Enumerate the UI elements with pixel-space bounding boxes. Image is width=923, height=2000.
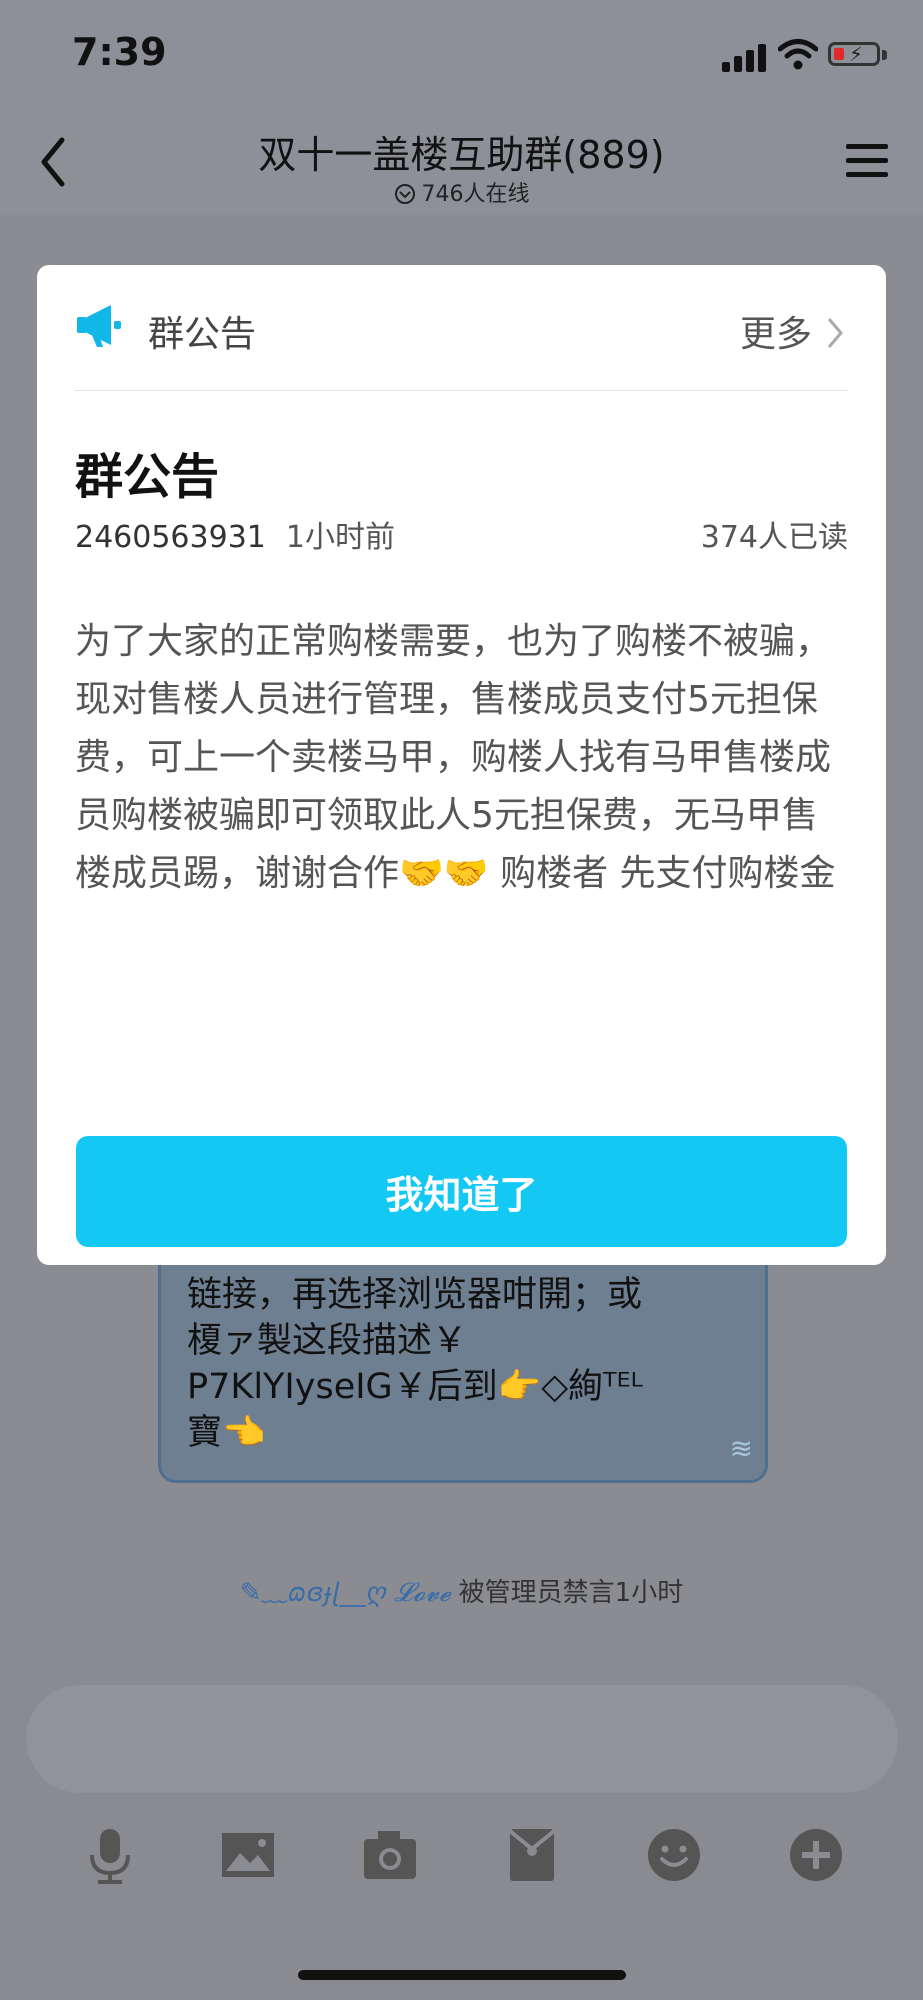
system-message: ✎﹏ɷɞɟɭ__ღ 𝓛𝓸𝓿𝓮 被管理员禁言1小时 (0, 1572, 923, 1609)
read-count[interactable]: 374人已读 (701, 512, 848, 556)
chevron-circle-icon (394, 184, 415, 204)
post-time: 1小时前 (285, 520, 395, 555)
status-bar: 7:39 ⚡ (0, 0, 923, 110)
input-toolbar (0, 1825, 923, 1905)
author-id[interactable]: 2460563931 (75, 520, 266, 555)
home-indicator[interactable] (298, 1970, 626, 1980)
plus-icon[interactable] (786, 1825, 846, 1885)
notice-title: 群公告 (75, 449, 220, 505)
camera-icon[interactable] (360, 1825, 420, 1885)
got-it-button[interactable]: 我知道了 (76, 1136, 847, 1247)
wifi-icon (778, 39, 818, 70)
image-icon[interactable] (218, 1825, 278, 1885)
microphone-icon[interactable] (80, 1825, 140, 1885)
message-line: 榎ァ製这段描述￥ (187, 1321, 468, 1361)
dialog-header: 群公告 更多 (75, 265, 848, 391)
online-count: 746人在线 (421, 182, 530, 207)
message-line: 链接，再选择浏览器咁開；或 (187, 1275, 643, 1315)
dialog-header-title: 群公告 (148, 314, 257, 355)
input-area (0, 1660, 923, 2000)
wave-decoration-icon: ≋ (729, 1432, 753, 1465)
message-bubble[interactable]: 链接，再选择浏览器咁開；或 榎ァ製这段描述￥ P7KlYIyseIG￥后到👉◇絢… (158, 1245, 768, 1483)
more-link[interactable]: 更多 (740, 305, 844, 357)
red-packet-icon[interactable] (502, 1825, 562, 1885)
battery-cap (882, 50, 887, 60)
menu-icon[interactable] (846, 140, 888, 182)
chat-header: 双十一盖楼互助群(889) 746人在线 (0, 110, 923, 215)
message-input[interactable] (26, 1685, 898, 1793)
online-status[interactable]: 746人在线 (0, 176, 923, 208)
message-line: 寶👈 (187, 1413, 266, 1453)
announcement-dialog: 群公告 更多 群公告 2460563931 1小时前 374人已读 为了大家的正常… (37, 265, 886, 1265)
chat-title[interactable]: 双十一盖楼互助群(889) (0, 124, 923, 179)
signal-icon (722, 42, 766, 72)
more-label: 更多 (739, 314, 812, 355)
status-time: 7:39 (72, 30, 167, 74)
notice-meta: 2460563931 1小时前 374人已读 (75, 512, 848, 556)
battery-icon: ⚡ (828, 42, 880, 66)
notice-body: 为了大家的正常购楼需要，也为了购楼不被骗，现对售楼人员进行管理，售楼成员支付5元… (75, 621, 836, 894)
emoji-icon[interactable] (644, 1825, 704, 1885)
chevron-right-icon (827, 318, 843, 348)
message-line: P7KlYIyseIG￥后到👉◇絢ᵀᴱᴸ (187, 1367, 643, 1407)
muted-user-name[interactable]: ✎﹏ɷɞɟɭ__ღ 𝓛𝓸𝓿𝓮 (240, 1578, 451, 1608)
megaphone-icon (77, 305, 121, 347)
system-message-text: 被管理员禁言1小时 (458, 1578, 684, 1608)
